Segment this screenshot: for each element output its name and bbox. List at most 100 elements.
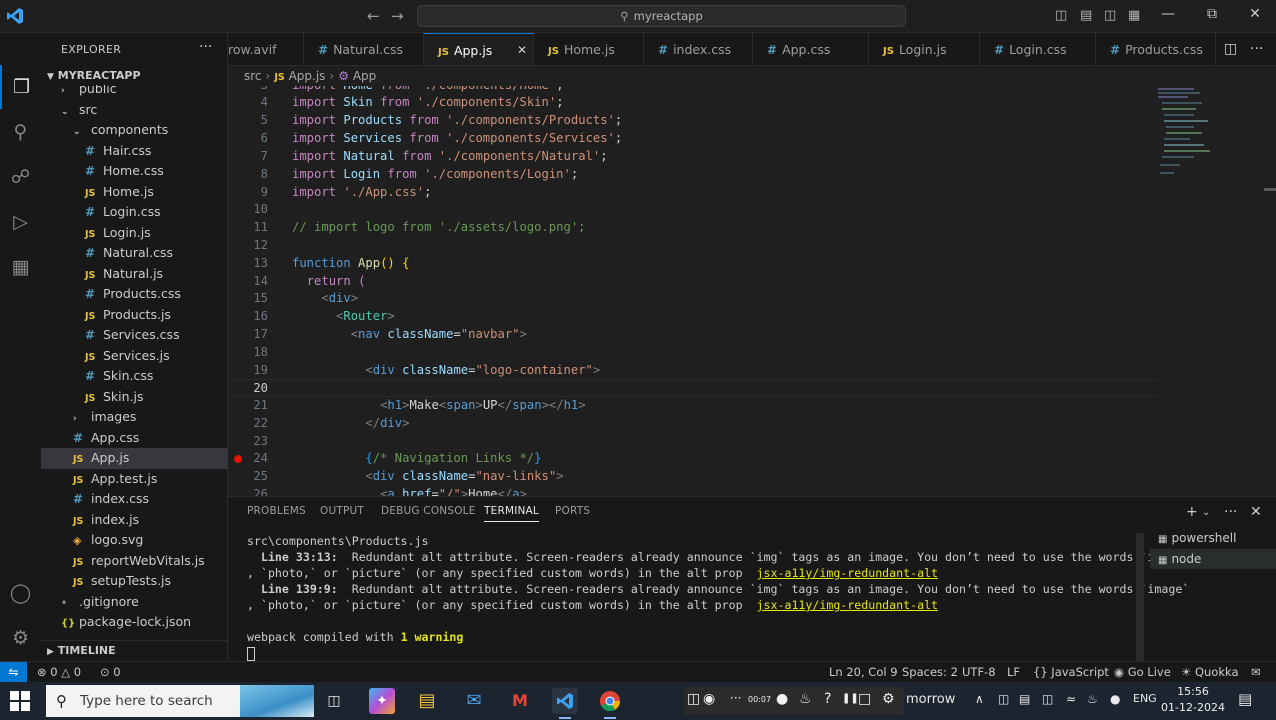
more-actions-icon[interactable]: ··· xyxy=(199,39,212,55)
language-mode[interactable]: {} JavaScript xyxy=(1033,662,1109,682)
rec-settings-icon[interactable]: ⚙ xyxy=(882,691,895,707)
copilot-icon[interactable]: ✦ xyxy=(369,688,395,714)
tree-item[interactable]: JS Home.js xyxy=(41,182,228,203)
explorer-icon[interactable]: ❐ xyxy=(0,65,41,109)
terminal-dropdown-icon[interactable]: ⌄ xyxy=(1202,507,1210,518)
account-icon[interactable]: ◯ xyxy=(0,571,41,615)
terminal-instance-powershell[interactable]: ▦ powershell xyxy=(1150,528,1276,548)
encoding[interactable]: UTF-8 xyxy=(962,662,996,682)
help-icon[interactable]: ? xyxy=(824,691,831,707)
remote-indicator-icon[interactable]: ⇋ xyxy=(0,662,27,683)
tree-item[interactable]: # Home.css xyxy=(41,161,228,182)
new-terminal-icon[interactable]: + xyxy=(1186,504,1198,520)
tree-item[interactable]: JS Services.js xyxy=(41,346,228,367)
notification-center-icon[interactable]: ▤ xyxy=(1238,690,1252,708)
tray-device-icon[interactable]: ▤ xyxy=(1019,692,1030,706)
panel-tab-debug-console[interactable]: DEBUG CONSOLE xyxy=(381,505,476,517)
tray-monitor-icon[interactable]: ◫ xyxy=(1042,692,1053,706)
panel-tab-problems[interactable]: PROBLEMS xyxy=(247,505,306,517)
panel-tab-output[interactable]: OUTPUT xyxy=(320,505,364,517)
speaker-icon[interactable]: ♨ xyxy=(799,691,812,707)
tree-item[interactable]: ⌄ src xyxy=(41,100,228,121)
tree-item[interactable]: # Services.css xyxy=(41,325,228,346)
terminal-instance-node[interactable]: ▦ node xyxy=(1150,549,1276,569)
tree-item[interactable]: JS App.js xyxy=(41,448,228,469)
tree-item[interactable]: JS Products.js xyxy=(41,305,228,326)
editor-tab[interactable]: JS App.js ✕ xyxy=(424,33,534,65)
mail-icon[interactable]: ✉ xyxy=(461,688,487,714)
editor-tab[interactable]: # Login.css xyxy=(980,33,1096,65)
indentation[interactable]: Spaces: 2 xyxy=(902,662,958,682)
tab-more-actions-icon[interactable]: ··· xyxy=(1250,41,1263,57)
tree-item[interactable]: JS Natural.js xyxy=(41,264,228,285)
search-icon[interactable]: ⚲ xyxy=(0,110,41,154)
weather-text[interactable]: morrow xyxy=(906,692,955,707)
tree-item[interactable]: JS reportWebVitals.js xyxy=(41,551,228,572)
toggle-secondary-sidebar-icon[interactable]: ◫ xyxy=(1104,8,1116,23)
close-tab-icon[interactable]: ✕ xyxy=(517,34,527,65)
tree-item[interactable]: # App.css xyxy=(41,428,228,449)
quokka-status[interactable]: ☀ Quokka xyxy=(1181,662,1239,682)
terminal-output[interactable]: src\components\Products.js Line 33:13: R… xyxy=(247,533,1189,661)
editor-tab[interactable]: JS Login.js xyxy=(869,33,980,65)
volume-icon[interactable]: ♨ xyxy=(1087,692,1098,706)
rule-link[interactable]: jsx-a11y/img-redundant-alt xyxy=(757,566,938,580)
pause-icon[interactable]: ❚❚ xyxy=(842,693,859,704)
line-ending[interactable]: LF xyxy=(1007,662,1020,682)
rule-link[interactable]: jsx-a11y/img-redundant-alt xyxy=(757,598,938,612)
panel-tab-terminal[interactable]: TERMINAL xyxy=(484,505,539,522)
toggle-sidebar-icon[interactable]: ◫ xyxy=(1055,8,1067,23)
tree-item[interactable]: # Hair.css xyxy=(41,141,228,162)
file-explorer-icon[interactable]: ▤ xyxy=(414,688,440,714)
forward-arrow-icon[interactable]: → xyxy=(391,7,404,25)
vscode-taskbar-icon[interactable] xyxy=(552,688,578,719)
close-window-button[interactable]: ✕ xyxy=(1233,6,1276,22)
tree-item[interactable]: # Skin.css xyxy=(41,366,228,387)
cursor-position[interactable]: Ln 20, Col 9 xyxy=(829,662,898,682)
tree-item[interactable]: › images xyxy=(41,407,228,428)
tree-item[interactable]: # index.css xyxy=(41,489,228,510)
minimize-button[interactable]: — xyxy=(1146,6,1190,22)
project-header[interactable]: ▼ MYREACTAPP xyxy=(41,67,228,85)
tree-item[interactable]: • .gitignore xyxy=(41,592,228,613)
wifi-icon[interactable]: ≈ xyxy=(1066,692,1076,706)
code-editor[interactable]: 3import Home from './components/Home'; 4… xyxy=(228,86,1276,496)
back-arrow-icon[interactable]: ← xyxy=(367,7,380,25)
rec-window-2-icon[interactable]: □ xyxy=(858,691,871,707)
tree-item[interactable]: JS index.js xyxy=(41,510,228,531)
editor-tab[interactable]: # index.css xyxy=(644,33,753,65)
editor-tab[interactable]: JS Home.js xyxy=(534,33,644,65)
minimap[interactable] xyxy=(1156,86,1256,186)
problems-status[interactable]: ⊗ 0 △ 0 xyxy=(37,662,81,682)
split-editor-icon[interactable]: ◫ xyxy=(1224,41,1237,57)
tree-item[interactable]: JS Skin.js xyxy=(41,387,228,408)
tree-item[interactable]: # Login.css xyxy=(41,202,228,223)
camera-icon[interactable]: ◉ xyxy=(703,691,715,707)
editor-tab[interactable]: # App.css xyxy=(753,33,869,65)
tree-item[interactable]: ◈ logo.svg xyxy=(41,530,228,551)
tray-overflow-icon[interactable]: ∧ xyxy=(975,692,984,706)
close-panel-icon[interactable]: ✕ xyxy=(1250,504,1262,520)
breadcrumb-file[interactable]: App.js xyxy=(289,69,326,83)
notifications-bell-icon[interactable]: ✉ xyxy=(1251,662,1261,682)
extensions-icon[interactable]: ▦ xyxy=(0,245,41,289)
tree-item[interactable]: # Natural.css xyxy=(41,243,228,264)
clock[interactable]: 15:56 01-12-2024 xyxy=(1158,684,1228,716)
editor-tab[interactable]: row.avif xyxy=(228,33,304,65)
language-indicator[interactable]: ENG xyxy=(1133,692,1157,705)
mic-tray-icon[interactable]: ● xyxy=(1110,692,1120,706)
rec-more-icon[interactable]: ··· xyxy=(730,691,741,705)
tree-item[interactable]: JS setupTests.js xyxy=(41,571,228,592)
task-view-icon[interactable]: ◫ xyxy=(321,688,347,714)
tree-item[interactable]: JS App.test.js xyxy=(41,469,228,490)
microphone-icon[interactable]: ● xyxy=(776,691,788,707)
gmail-icon[interactable]: M xyxy=(507,688,533,714)
command-center-search[interactable]: ⚲ myreactapp xyxy=(417,5,906,27)
timeline-section[interactable]: ▶ TIMELINE xyxy=(41,640,228,661)
chrome-icon[interactable] xyxy=(597,688,623,719)
tree-item[interactable]: {} package-lock.json xyxy=(41,612,228,633)
restore-button[interactable]: ⧉ xyxy=(1190,6,1234,22)
source-control-icon[interactable]: ☍ xyxy=(0,155,41,199)
terminal-scrollbar[interactable] xyxy=(1136,533,1144,661)
breadcrumb-symbol[interactable]: App xyxy=(353,69,376,83)
